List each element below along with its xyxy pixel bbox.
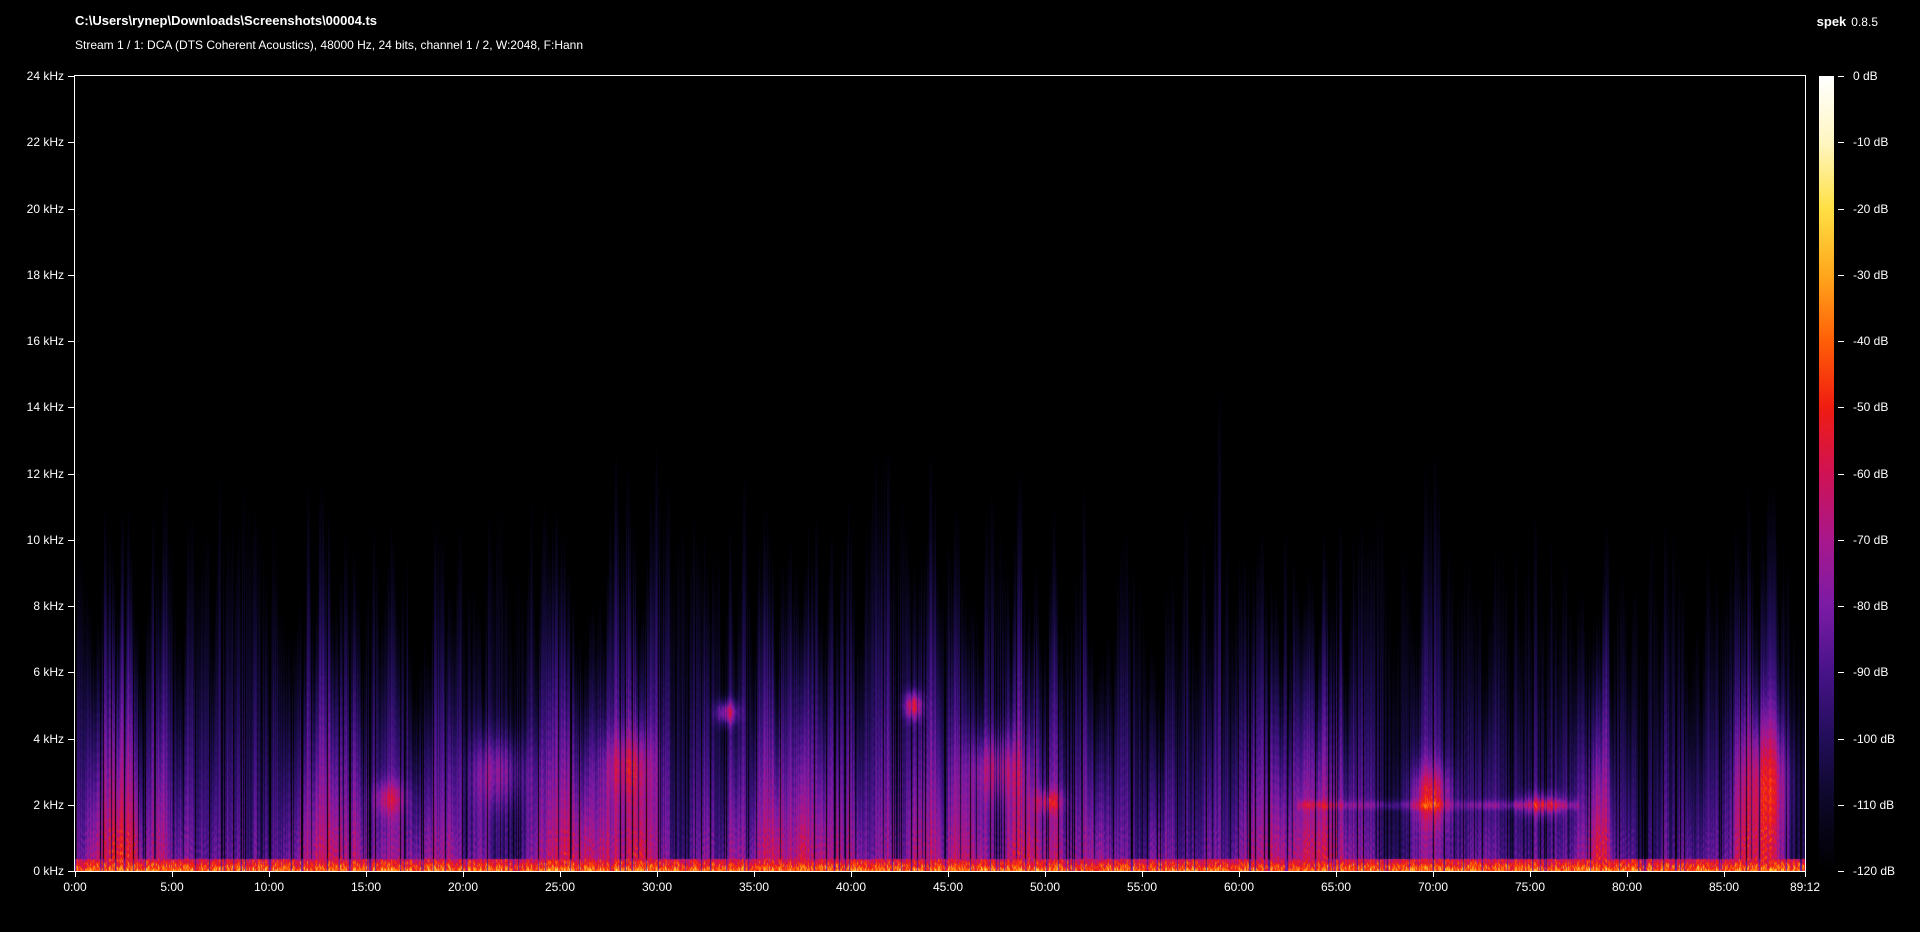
freq-tick-label: 8 kHz — [0, 599, 64, 613]
time-tick-label: 25:00 — [530, 880, 590, 894]
freq-tick-label: 16 kHz — [0, 334, 64, 348]
time-tick-label: 5:00 — [142, 880, 202, 894]
file-path-title: C:\Users\rynep\Downloads\Screenshots\000… — [75, 13, 377, 28]
db-tick-label: -80 dB — [1853, 599, 1888, 613]
time-tick-label: 80:00 — [1597, 880, 1657, 894]
time-tick — [1530, 872, 1531, 877]
freq-tick-label: 24 kHz — [0, 69, 64, 83]
freq-tick-label: 6 kHz — [0, 665, 64, 679]
time-tick — [75, 872, 76, 877]
db-tick — [1838, 871, 1844, 872]
freq-tick-label: 22 kHz — [0, 135, 64, 149]
freq-tick — [68, 739, 74, 740]
db-tick — [1838, 672, 1844, 673]
spek-window: C:\Users\rynep\Downloads\Screenshots\000… — [0, 0, 1920, 932]
freq-tick — [68, 540, 74, 541]
freq-tick-label: 14 kHz — [0, 400, 64, 414]
time-tick — [366, 872, 367, 877]
db-tick — [1838, 739, 1844, 740]
freq-tick — [68, 76, 74, 77]
colorbar-gradient — [1819, 76, 1834, 871]
time-tick — [1433, 872, 1434, 877]
freq-tick — [68, 805, 74, 806]
freq-tick-label: 4 kHz — [0, 732, 64, 746]
freq-tick-label: 10 kHz — [0, 533, 64, 547]
freq-tick — [68, 474, 74, 475]
db-tick — [1838, 474, 1844, 475]
time-tick — [754, 872, 755, 877]
time-tick-label: 50:00 — [1015, 880, 1075, 894]
db-tick-label: -90 dB — [1853, 665, 1888, 679]
db-tick-label: -30 dB — [1853, 268, 1888, 282]
db-tick — [1838, 606, 1844, 607]
freq-tick — [68, 672, 74, 673]
db-tick — [1838, 142, 1844, 143]
time-tick — [1239, 872, 1240, 877]
time-tick-label: 15:00 — [336, 880, 396, 894]
time-tick-label: 70:00 — [1403, 880, 1463, 894]
time-tick-label: 20:00 — [433, 880, 493, 894]
time-tick — [463, 872, 464, 877]
time-tick — [1142, 872, 1143, 877]
time-tick-label: 75:00 — [1500, 880, 1560, 894]
time-tick-label: 10:00 — [239, 880, 299, 894]
db-tick-label: 0 dB — [1853, 69, 1878, 83]
db-tick-label: -60 dB — [1853, 467, 1888, 481]
time-tick — [560, 872, 561, 877]
freq-tick — [68, 341, 74, 342]
db-tick-label: -110 dB — [1853, 798, 1894, 812]
db-tick — [1838, 407, 1844, 408]
db-tick — [1838, 76, 1844, 77]
db-tick — [1838, 209, 1844, 210]
time-tick-label: 0:00 — [45, 880, 105, 894]
db-tick — [1838, 540, 1844, 541]
time-tick — [1724, 872, 1725, 877]
time-tick — [269, 872, 270, 877]
time-tick-label: 85:00 — [1694, 880, 1754, 894]
freq-tick — [68, 275, 74, 276]
db-tick-label: -10 dB — [1853, 135, 1888, 149]
app-brand: spek 0.8.5 — [1817, 13, 1878, 31]
freq-tick-label: 12 kHz — [0, 467, 64, 481]
time-tick-label: 65:00 — [1306, 880, 1366, 894]
db-tick-label: -20 dB — [1853, 202, 1888, 216]
freq-tick — [68, 209, 74, 210]
freq-tick-label: 18 kHz — [0, 268, 64, 282]
db-tick — [1838, 805, 1844, 806]
time-tick-label: 89:12 — [1775, 880, 1835, 894]
db-tick — [1838, 275, 1844, 276]
db-tick-label: -120 dB — [1853, 864, 1895, 878]
time-tick — [172, 872, 173, 877]
freq-tick-label: 0 kHz — [0, 864, 64, 878]
time-tick — [1336, 872, 1337, 877]
time-tick — [1045, 872, 1046, 877]
time-tick — [657, 872, 658, 877]
time-tick-label: 45:00 — [918, 880, 978, 894]
freq-tick-label: 2 kHz — [0, 798, 64, 812]
app-version: 0.8.5 — [1851, 15, 1878, 29]
app-name: spek — [1817, 14, 1847, 29]
stream-info: Stream 1 / 1: DCA (DTS Coherent Acoustic… — [75, 38, 583, 52]
db-tick-label: -50 dB — [1853, 400, 1888, 414]
freq-tick — [68, 142, 74, 143]
time-tick-label: 35:00 — [724, 880, 784, 894]
time-tick-label: 30:00 — [627, 880, 687, 894]
db-tick-label: -70 dB — [1853, 533, 1888, 547]
db-tick — [1838, 341, 1844, 342]
time-tick — [1805, 872, 1806, 877]
freq-tick — [68, 606, 74, 607]
time-tick — [948, 872, 949, 877]
time-tick-label: 55:00 — [1112, 880, 1172, 894]
freq-tick-label: 20 kHz — [0, 202, 64, 216]
time-tick-label: 60:00 — [1209, 880, 1269, 894]
freq-tick — [68, 871, 74, 872]
db-tick-label: -100 dB — [1853, 732, 1895, 746]
db-tick-label: -40 dB — [1853, 334, 1888, 348]
spectrogram-canvas — [75, 76, 1805, 871]
time-tick-label: 40:00 — [821, 880, 881, 894]
spectrogram-frame — [74, 75, 1806, 872]
freq-tick — [68, 407, 74, 408]
time-tick — [851, 872, 852, 877]
time-tick — [1627, 872, 1628, 877]
